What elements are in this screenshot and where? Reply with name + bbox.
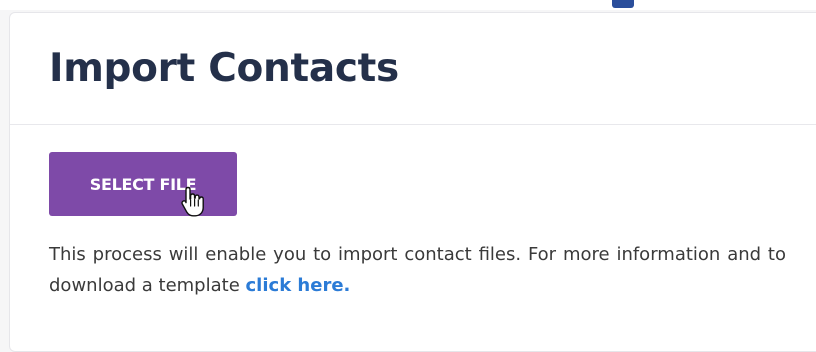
clipped-logo-fragment <box>612 0 634 8</box>
click-here-link[interactable]: click here. <box>246 275 351 296</box>
description-text: This process will enable you to import c… <box>49 239 786 301</box>
card-header: Import Contacts <box>10 13 816 125</box>
description-body: This process will enable you to import c… <box>49 244 786 296</box>
page-title: Import Contacts <box>49 46 399 91</box>
top-strip <box>0 0 816 10</box>
select-file-button[interactable]: SELECT FILE <box>49 152 237 216</box>
import-contacts-card: Import Contacts SELECT FILE This process… <box>9 12 816 352</box>
